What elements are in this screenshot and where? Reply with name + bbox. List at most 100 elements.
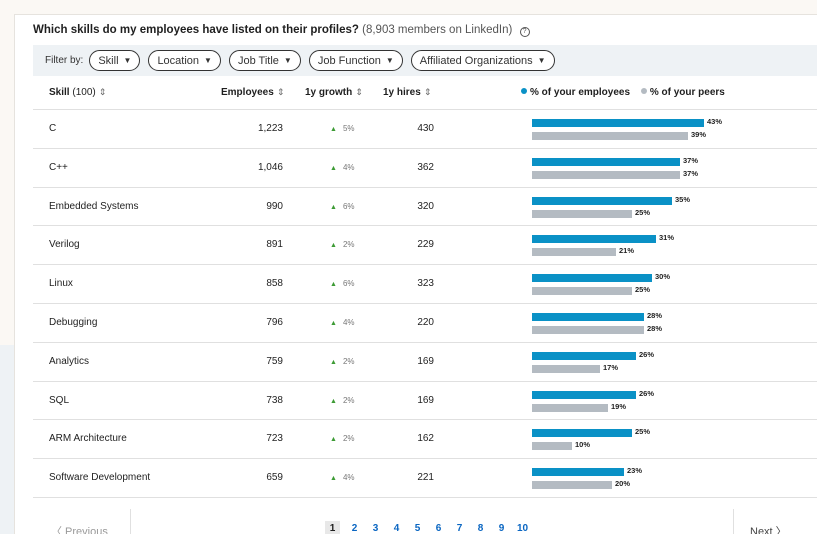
hires-count: 430 [417,123,434,134]
caret-down-icon: ▼ [537,56,546,65]
arrow-up-icon: ▲ [330,126,337,133]
hires-count: 320 [417,200,434,212]
page-link[interactable]: 8 [470,521,491,534]
arrow-up-icon: ▲ [330,319,337,327]
hires-count: 362 [417,161,434,173]
pagination: 〈 Previous 1 2 3 4 5 6 7 8 9 10 Next 〉 [33,509,817,534]
employees-bar [532,119,704,127]
table-row[interactable]: C 1,223 ▲ 5% 430 43% 39% [33,110,817,149]
employees-count: 723 [266,433,283,445]
page-link[interactable]: 9 [491,521,512,534]
column-hires[interactable]: 1y hires ⇕ [383,87,431,98]
filter-location[interactable]: Location ▼ [148,50,221,71]
table-row[interactable]: Verilog 891 ▲ 2% 229 31% 21% [33,226,817,266]
caret-down-icon: ▼ [204,56,212,65]
column-employees-label: Employees [221,87,274,98]
page-link[interactable]: 10 [512,521,533,534]
skill-name: Linux [49,278,73,290]
employees-percent: 30% [655,272,671,282]
table-row[interactable]: Linux 858 ▲ 6% 323 30% 25% [33,265,817,304]
filter-skill-label: Skill [98,54,119,67]
table-row[interactable]: Embedded Systems 990 ▲ 6% 320 35% 25% [33,188,817,227]
arrow-up-icon: ▲ [330,164,337,172]
employees-count: 759 [266,355,283,367]
employees-percent: 37% [683,155,699,165]
arrow-up-icon: ▲ [330,436,337,444]
filter-affiliated-organizations-label: Affiliated Organizations [419,54,533,67]
growth-value: ▲ 2% [330,240,355,249]
peers-bar [532,248,616,257]
employees-count: 1,046 [257,161,283,173]
hires-count: 162 [417,433,434,445]
page-link[interactable]: 3 [365,521,386,534]
employees-percent: 26% [639,349,655,359]
column-skill[interactable]: Skill (100) ⇕ [49,87,106,98]
growth-percent: 6% [342,201,355,211]
employees-bar [532,468,624,477]
growth-value: ▲ 6% [330,279,355,288]
skills-table-body: C 1,223 ▲ 5% 430 43% 39% C++ 1,046 ▲ 4% 362 37% 37% Em… [33,110,817,498]
employees-count: 1,223 [257,123,283,134]
filter-job-title[interactable]: Job Title ▼ [228,50,301,71]
employees-percent: 23% [627,466,643,476]
bar-legend: % of your employees % of your peers [521,87,725,98]
arrow-up-icon: ▲ [330,397,337,405]
skill-name: C++ [49,161,68,173]
skill-name: Verilog [49,239,80,251]
filter-job-function[interactable]: Job Function ▼ [308,50,403,71]
question-circle-icon[interactable]: ? [519,27,530,37]
arrow-up-icon: ▲ [330,203,337,211]
employees-count: 858 [266,278,283,290]
growth-value: ▲ 4% [330,473,355,482]
page-link[interactable]: 7 [449,521,470,534]
table-row[interactable]: Analytics 759 ▲ 2% 169 26% 17% [33,343,817,382]
hires-count: 229 [417,239,434,251]
peers-percent: 25% [635,285,651,295]
employees-percent: 43% [707,117,723,126]
employees-bar [532,235,656,244]
skill-name: ARM Architecture [49,433,127,445]
peers-bar [532,287,632,296]
peers-percent: 10% [575,440,591,450]
filter-skill[interactable]: Skill ▼ [89,50,141,71]
page-link[interactable]: 4 [386,521,407,534]
column-employees[interactable]: Employees ⇕ [221,87,284,98]
page-link[interactable]: 5 [407,521,428,534]
page-numbers: 1 2 3 4 5 6 7 8 9 10 [325,521,533,534]
previous-button[interactable]: 〈 Previous [33,509,131,534]
next-button[interactable]: Next 〉 [733,509,817,534]
legend-peers-label: % of your peers [649,87,725,98]
column-growth-label: 1y growth [305,87,353,98]
growth-percent: 5% [342,124,355,133]
filter-affiliated-organizations[interactable]: Affiliated Organizations ▼ [410,50,555,71]
column-growth[interactable]: 1y growth ⇕ [305,87,363,98]
page-link[interactable]: 6 [428,521,449,534]
table-row[interactable]: Software Development 659 ▲ 4% 221 23% 20% [33,459,817,498]
skill-name: SQL [49,394,70,406]
page-link[interactable]: 2 [344,521,365,534]
growth-value: ▲ 2% [330,396,355,405]
growth-percent: 2% [342,434,355,444]
skill-name: C [49,123,57,134]
background-edge [0,345,14,534]
table-row[interactable]: SQL 738 ▲ 2% 169 26% 19% [33,382,817,421]
growth-percent: 2% [342,356,355,366]
sort-icon: ⇕ [355,87,363,97]
arrow-up-icon: ▲ [330,358,337,366]
column-skill-label: Skill [49,87,70,98]
peers-percent: 37% [683,168,699,178]
employees-percent: 25% [635,427,651,437]
table-row[interactable]: C++ 1,046 ▲ 4% 362 37% 37% [33,149,817,188]
arrow-up-icon: ▲ [330,281,337,289]
sort-icon: ⇕ [276,87,285,97]
table-row[interactable]: Debugging 796 ▲ 4% 220 28% 28% [33,304,817,343]
sort-icon: ⇕ [98,87,107,97]
page-link[interactable]: 1 [325,521,340,534]
arrow-up-icon: ▲ [330,242,337,250]
peers-bar [532,325,644,334]
skills-panel: Which skills do my employees have listed… [14,14,817,534]
growth-value: ▲ 4% [330,163,355,172]
employees-bar [532,312,644,321]
table-row[interactable]: ARM Architecture 723 ▲ 2% 162 25% 10% [33,420,817,460]
title-subtitle: (8,903 members on LinkedIn) [362,24,513,36]
